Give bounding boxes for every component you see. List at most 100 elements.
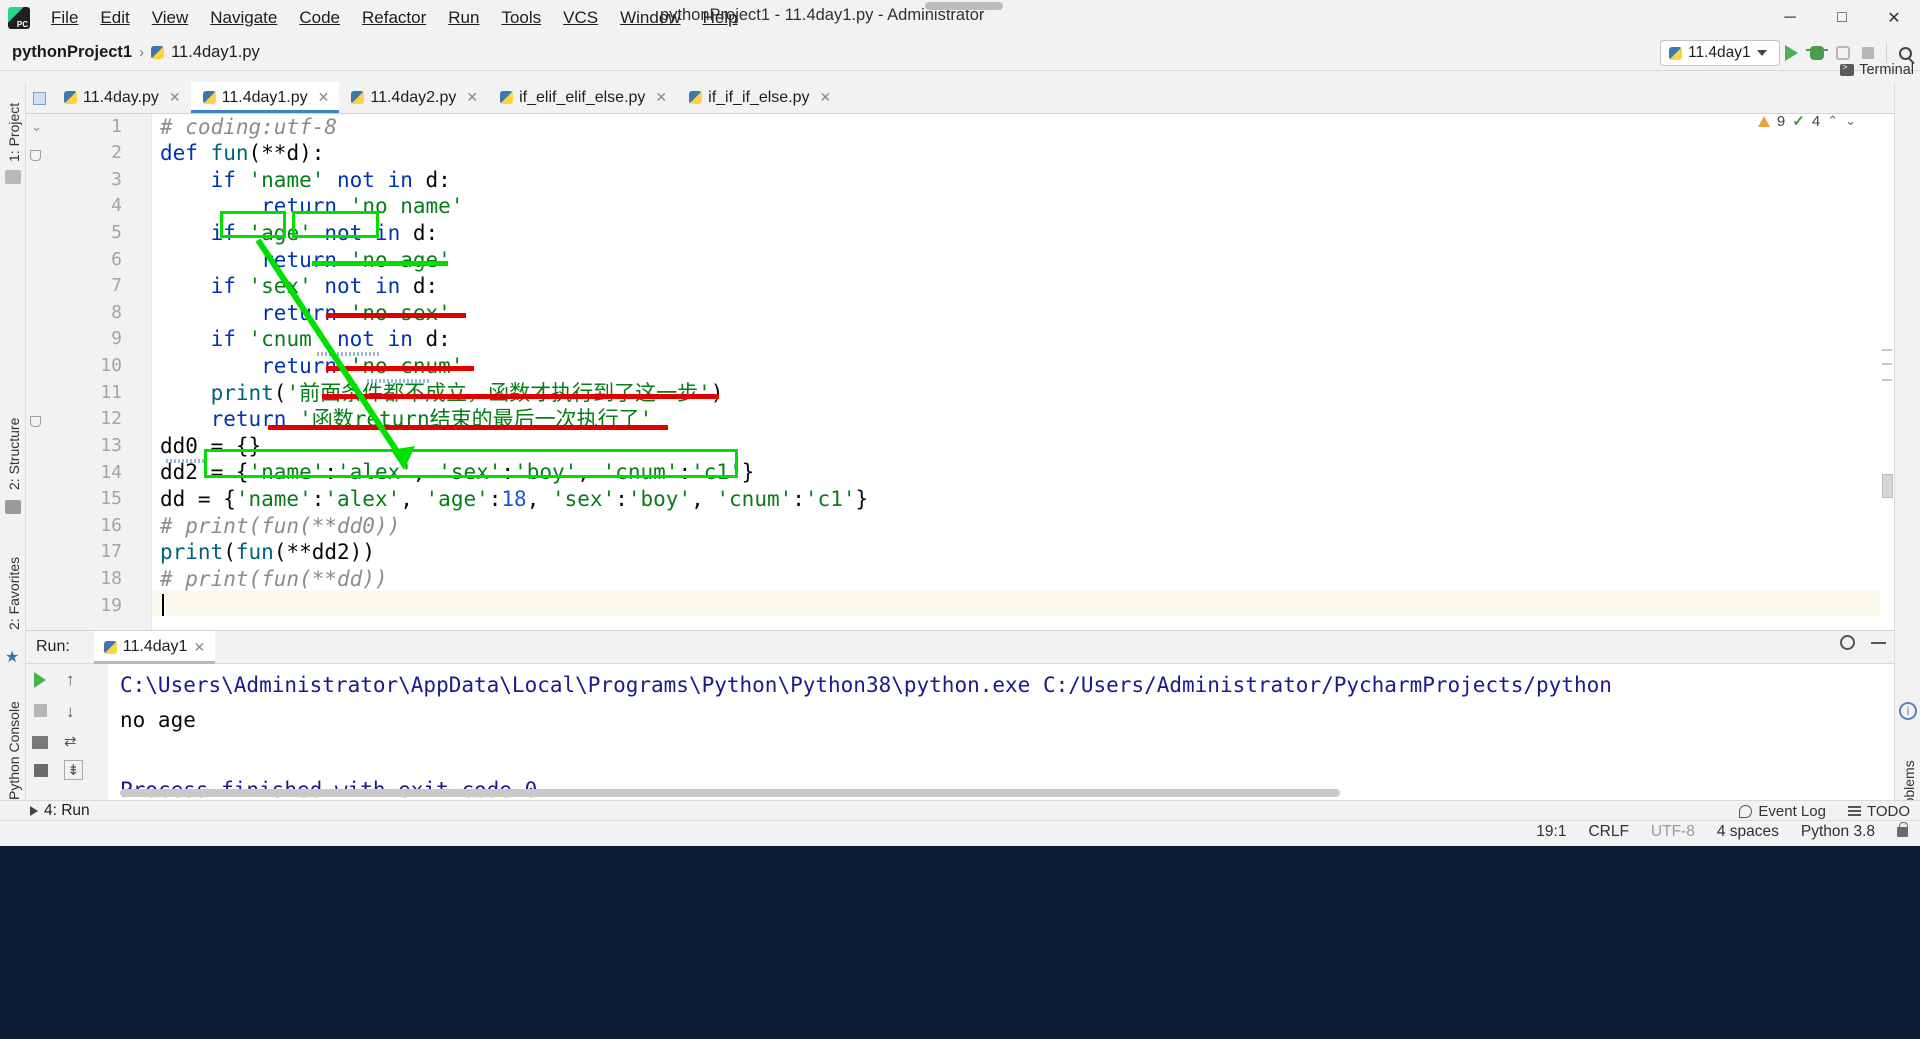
rerun-button[interactable] (34, 672, 46, 688)
code-line-12[interactable]: return '函数return结束的最后一次执行了' (160, 406, 653, 433)
lock-icon[interactable] (1897, 822, 1908, 837)
menu-code[interactable]: Code (288, 4, 351, 32)
problems-info-icon[interactable]: i (1899, 702, 1917, 720)
editor-marker-gutter[interactable] (130, 114, 152, 630)
chevron-down-icon[interactable]: ⌄ (1845, 113, 1856, 129)
terminal-tool-button[interactable]: Terminal (1840, 62, 1914, 78)
python-file-icon (351, 91, 365, 104)
tab-11-4day2-py[interactable]: 11.4day2.py ✕ (339, 82, 489, 113)
run-tool-button[interactable]: 4: Run (30, 802, 90, 820)
close-icon[interactable]: ✕ (193, 639, 205, 656)
code-line-10[interactable]: return 'no cnum' (160, 353, 463, 380)
menu-view[interactable]: View (141, 4, 200, 32)
event-log-button[interactable]: Event Log (1739, 803, 1826, 820)
menu-refactor[interactable]: Refactor (351, 4, 437, 32)
code-line-3[interactable]: if 'name' not in d: (160, 167, 451, 194)
line-number: 4 (111, 195, 122, 216)
menu-vcs[interactable]: VCS (552, 4, 609, 32)
code-line-15[interactable]: dd = {'name':'alex', 'age':18, 'sex':'bo… (160, 486, 868, 513)
menu-tools[interactable]: Tools (490, 4, 552, 32)
chevron-up-icon[interactable]: ⌃ (1827, 113, 1838, 129)
search-icon[interactable] (1899, 46, 1912, 60)
sidebar-item-project[interactable]: 1: Project (3, 86, 23, 164)
run-button[interactable] (1785, 45, 1798, 61)
chevron-down-icon[interactable]: ⌄ (31, 119, 42, 135)
line-separator[interactable]: CRLF (1588, 823, 1628, 841)
code-line-8[interactable]: return 'no sex' (160, 300, 451, 327)
inspection-widget[interactable]: 9 ✓ 4 ⌃ ⌄ (1757, 112, 1856, 130)
close-icon[interactable]: ✕ (318, 89, 330, 106)
close-icon[interactable]: ✕ (655, 89, 667, 106)
console-horizontal-scrollbar[interactable] (120, 789, 1340, 797)
menu-file[interactable]: File (40, 4, 89, 32)
close-icon[interactable]: ✕ (466, 89, 478, 106)
close-icon[interactable]: ✕ (820, 89, 832, 106)
fold-region-return-icon[interactable] (30, 416, 41, 427)
gear-icon[interactable] (1840, 635, 1855, 650)
code-line-16[interactable]: # print(fun(**dd0)) (160, 513, 400, 540)
project-files-icon[interactable] (5, 170, 21, 184)
indent-setting[interactable]: 4 spaces (1717, 823, 1779, 841)
run-configuration-selector[interactable]: 11.4day1 (1660, 40, 1780, 66)
code-line-2[interactable]: def fun(**d): (160, 140, 324, 167)
editor-scrollbar[interactable] (1880, 114, 1894, 630)
scroll-to-end-icon[interactable]: ⇟ (64, 760, 83, 780)
code-line-4[interactable]: return 'no name' (160, 193, 463, 220)
menu-edit[interactable]: Edit (89, 4, 140, 32)
sidebar-item-python-console[interactable]: Python Console (3, 682, 23, 802)
sidebar-item-favorites[interactable]: 2: Favorites (3, 532, 23, 632)
stop-button[interactable] (1862, 47, 1874, 59)
code-text-area[interactable]: # coding:utf-8 def fun(**d): if 'name' n… (152, 114, 1894, 630)
code-line-11[interactable]: print('前面条件都不成立，函数才执行到了这一步') (160, 380, 724, 407)
code-line-17[interactable]: print(fun(**dd2)) (160, 539, 375, 566)
run-console[interactable]: ↑ ↓ ⇄ ⇟ C:\Users\Administrator\AppData\L… (26, 664, 1894, 802)
file-encoding[interactable]: UTF-8 (1651, 823, 1695, 841)
scroll-up-icon[interactable]: ↑ (66, 670, 75, 690)
code-line-9[interactable]: if 'cnum' not in d: (160, 326, 451, 353)
stop-button[interactable] (34, 704, 47, 717)
breadcrumb-file[interactable]: 11.4day1.py (171, 43, 260, 62)
tab-11-4day-py[interactable]: 11.4day.py ✕ (52, 82, 191, 113)
interpreter-setting[interactable]: Python 3.8 (1801, 823, 1875, 841)
scrollbar-thumb[interactable] (1882, 474, 1893, 498)
scroll-down-icon[interactable]: ↓ (66, 702, 75, 722)
minimize-button[interactable]: ─ (1764, 0, 1816, 35)
code-line-13[interactable]: dd0 = {} (160, 433, 261, 460)
tab-11-4day1-py[interactable]: 11.4day1.py ✕ (190, 82, 340, 113)
print-button[interactable] (32, 736, 48, 749)
menu-navigate[interactable]: Navigate (199, 4, 288, 32)
close-icon[interactable]: ✕ (169, 89, 181, 106)
code-line-14[interactable]: dd2 = {'name':'alex', 'sex':'boy', 'cnum… (160, 459, 754, 486)
tab-if-if-if-else-py[interactable]: if_if_if_else.py ✕ (677, 82, 842, 113)
breadcrumb-project[interactable]: pythonProject1 (12, 43, 132, 62)
code-line-7[interactable]: if 'sex' not in d: (160, 273, 439, 300)
scroll-marker (1882, 349, 1892, 351)
code-line-1[interactable]: # coding:utf-8 (160, 114, 337, 141)
close-button[interactable]: ✕ (1868, 0, 1920, 35)
debug-button[interactable] (1806, 46, 1828, 60)
run-with-coverage-button[interactable] (1836, 46, 1850, 60)
line-number: 11 (100, 382, 122, 403)
maximize-button[interactable]: □ (1816, 0, 1868, 35)
code-line-6[interactable]: return 'no age' (160, 247, 451, 274)
code-line-5[interactable]: if 'age' not in d: (160, 220, 439, 247)
tab-pin-toggle[interactable] (26, 83, 52, 113)
pin-tab-button[interactable] (34, 764, 48, 777)
line-number: 3 (111, 169, 122, 190)
favorites-star-icon[interactable]: ★ (5, 647, 19, 667)
caret-position[interactable]: 19:1 (1536, 823, 1566, 841)
menu-run[interactable]: Run (437, 4, 490, 32)
todo-button[interactable]: TODO (1847, 803, 1910, 820)
project-tool-label: 1: Project (6, 102, 22, 162)
fold-region-def-icon[interactable] (30, 150, 41, 161)
editor-fold-gutter[interactable]: ⌄ (26, 114, 48, 630)
code-editor[interactable]: ⌄ 1 2 3 4 5 6 7 8 9 10 11 12 13 14 15 16… (26, 114, 1894, 630)
sidebar-item-structure[interactable]: 2: Structure (3, 392, 23, 492)
hide-panel-icon[interactable] (1871, 641, 1886, 644)
soft-wrap-icon[interactable]: ⇄ (64, 732, 77, 750)
run-label: Run: (36, 638, 70, 655)
code-line-18[interactable]: # print(fun(**dd)) (160, 566, 388, 593)
run-tab-11-4day1[interactable]: 11.4day1 ✕ (93, 630, 216, 664)
tab-if-elif-elif-else-py[interactable]: if_elif_elif_else.py ✕ (488, 82, 678, 113)
structure-icon[interactable] (5, 500, 21, 514)
